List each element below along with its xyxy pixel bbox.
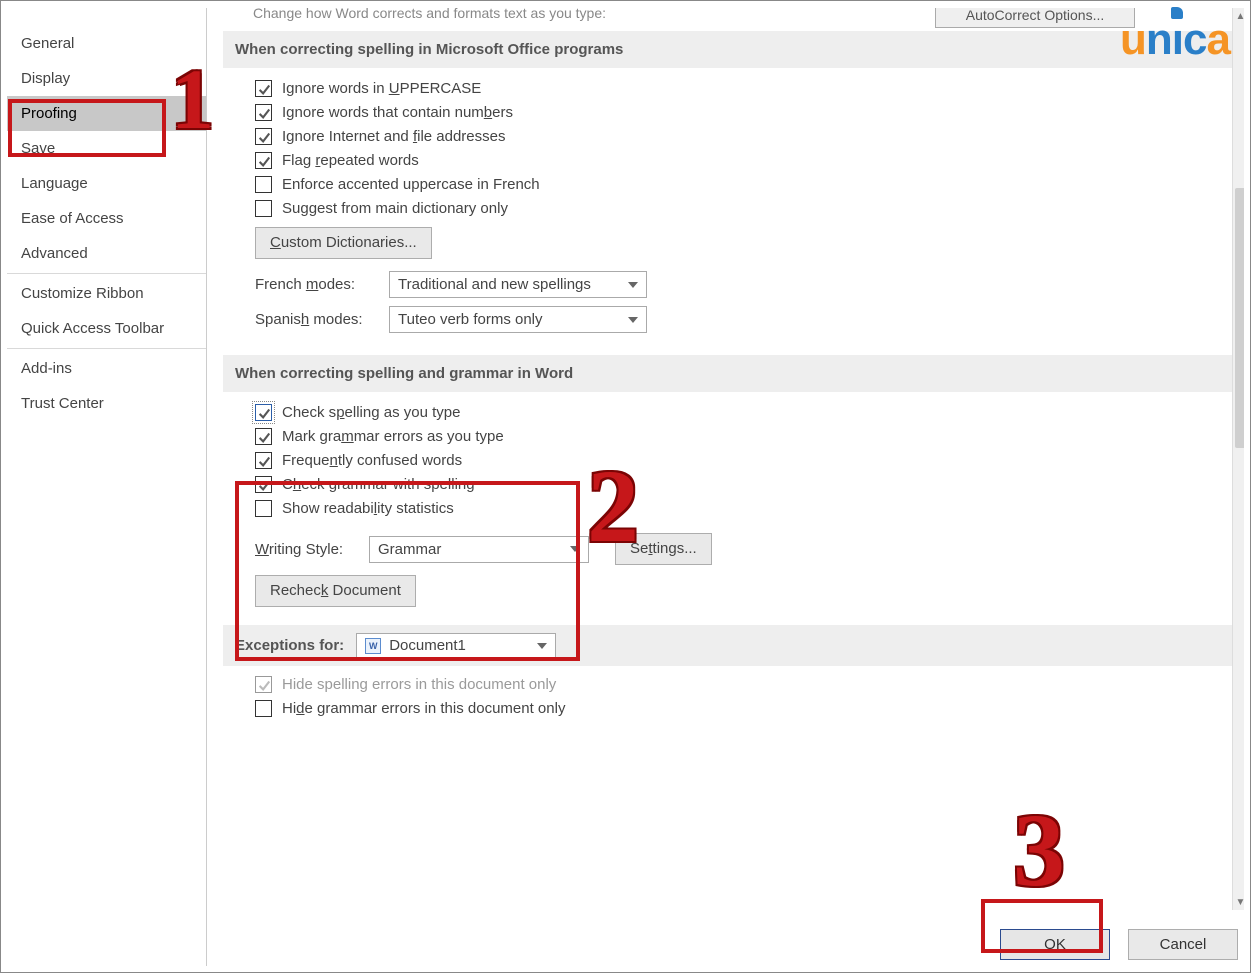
- label-frequently-confused: Frequently confused words: [282, 452, 462, 469]
- scroll-down-arrow-icon[interactable]: ▼: [1233, 894, 1244, 910]
- chevron-down-icon: [537, 643, 547, 649]
- label-flag-repeated: Flag repeated words: [282, 152, 419, 169]
- exceptions-doc-select[interactable]: W Document1: [356, 633, 556, 658]
- sidebar-item-save[interactable]: Save: [7, 131, 206, 166]
- custom-dictionaries-button[interactable]: Custom Dictionaries...: [255, 227, 432, 259]
- section-header-office-spelling: When correcting spelling in Microsoft Of…: [223, 31, 1238, 68]
- label-enforce-accented: Enforce accented uppercase in French: [282, 176, 540, 193]
- spanish-modes-value: Tuteo verb forms only: [398, 311, 543, 328]
- sidebar-item-proofing[interactable]: Proofing: [7, 96, 206, 131]
- exceptions-label: Exceptions for:: [235, 637, 344, 654]
- label-check-grammar-spelling: Check grammar with spelling: [282, 476, 475, 493]
- sidebar-divider: [7, 273, 206, 274]
- cancel-button[interactable]: Cancel: [1128, 929, 1238, 960]
- checkbox-check-spelling[interactable]: [255, 404, 272, 421]
- french-modes-value: Traditional and new spellings: [398, 276, 591, 293]
- ok-button[interactable]: OK: [1000, 929, 1110, 960]
- sidebar-item-advanced[interactable]: Advanced: [7, 236, 206, 271]
- sidebar-item-ease-of-access[interactable]: Ease of Access: [7, 201, 206, 236]
- sidebar-item-general[interactable]: General: [7, 26, 206, 61]
- logo-letter: ı: [1172, 15, 1183, 65]
- label-hide-spelling-errors: Hide spelling errors in this document on…: [282, 676, 556, 693]
- label-ignore-internet: Ignore Internet and file addresses: [282, 128, 506, 145]
- checkbox-hide-grammar-errors[interactable]: [255, 700, 272, 717]
- exceptions-doc-value: Document1: [389, 637, 466, 654]
- checkbox-suggest-main-dict[interactable]: [255, 200, 272, 217]
- writing-style-select[interactable]: Grammar: [369, 536, 589, 563]
- logo-letter: a: [1207, 15, 1230, 65]
- label-ignore-numbers: Ignore words that contain numbers: [282, 104, 513, 121]
- checkbox-enforce-accented[interactable]: [255, 176, 272, 193]
- sidebar-item-language[interactable]: Language: [7, 166, 206, 201]
- autocorrect-options-button[interactable]: AutoCorrect Options...: [935, 8, 1135, 28]
- french-modes-select[interactable]: Traditional and new spellings: [389, 271, 647, 298]
- french-modes-label: French modes:: [255, 276, 375, 293]
- chevron-down-icon: [570, 546, 580, 552]
- chevron-down-icon: [628, 282, 638, 288]
- checkbox-hide-spelling-errors[interactable]: [255, 676, 272, 693]
- sidebar-item-display[interactable]: Display: [7, 61, 206, 96]
- logo-letter: n: [1146, 15, 1172, 65]
- unica-logo: u n ı c a: [1120, 15, 1230, 65]
- sidebar-item-trust-center[interactable]: Trust Center: [7, 386, 206, 421]
- label-readability: Show readability statistics: [282, 500, 454, 517]
- checkbox-frequently-confused[interactable]: [255, 452, 272, 469]
- sidebar-item-add-ins[interactable]: Add-ins: [7, 351, 206, 386]
- options-sidebar: General Display Proofing Save Language E…: [7, 8, 207, 966]
- vertical-scrollbar[interactable]: ▲ ▼: [1232, 8, 1244, 910]
- sidebar-divider: [7, 348, 206, 349]
- label-hide-grammar-errors: Hide grammar errors in this document onl…: [282, 700, 565, 717]
- checkbox-readability[interactable]: [255, 500, 272, 517]
- logo-letter: u: [1120, 15, 1146, 65]
- sidebar-item-quick-access-toolbar[interactable]: Quick Access Toolbar: [7, 311, 206, 346]
- checkbox-ignore-numbers[interactable]: [255, 104, 272, 121]
- checkbox-check-grammar-spelling[interactable]: [255, 476, 272, 493]
- label-ignore-uppercase: Ignore words in UPPERCASE: [282, 80, 481, 97]
- logo-letter: c: [1183, 15, 1206, 65]
- checkbox-ignore-uppercase[interactable]: [255, 80, 272, 97]
- spanish-modes-select[interactable]: Tuteo verb forms only: [389, 306, 647, 333]
- label-mark-grammar: Mark grammar errors as you type: [282, 428, 504, 445]
- scroll-up-arrow-icon[interactable]: ▲: [1233, 8, 1244, 24]
- chevron-down-icon: [628, 317, 638, 323]
- checkbox-flag-repeated[interactable]: [255, 152, 272, 169]
- checkbox-ignore-internet[interactable]: [255, 128, 272, 145]
- scroll-thumb[interactable]: [1235, 188, 1244, 448]
- section-header-word-spelling: When correcting spelling and grammar in …: [223, 355, 1238, 392]
- word-document-icon: W: [365, 638, 381, 654]
- writing-style-value: Grammar: [378, 541, 441, 558]
- writing-style-label: Writing Style:: [255, 541, 355, 558]
- sidebar-item-customize-ribbon[interactable]: Customize Ribbon: [7, 276, 206, 311]
- label-suggest-main-dict: Suggest from main dictionary only: [282, 200, 508, 217]
- spanish-modes-label: Spanish modes:: [255, 311, 375, 328]
- checkbox-mark-grammar[interactable]: [255, 428, 272, 445]
- label-check-spelling: Check spelling as you type: [282, 404, 460, 421]
- settings-button[interactable]: Settings...: [615, 533, 712, 565]
- recheck-document-button[interactable]: Recheck Document: [255, 575, 416, 607]
